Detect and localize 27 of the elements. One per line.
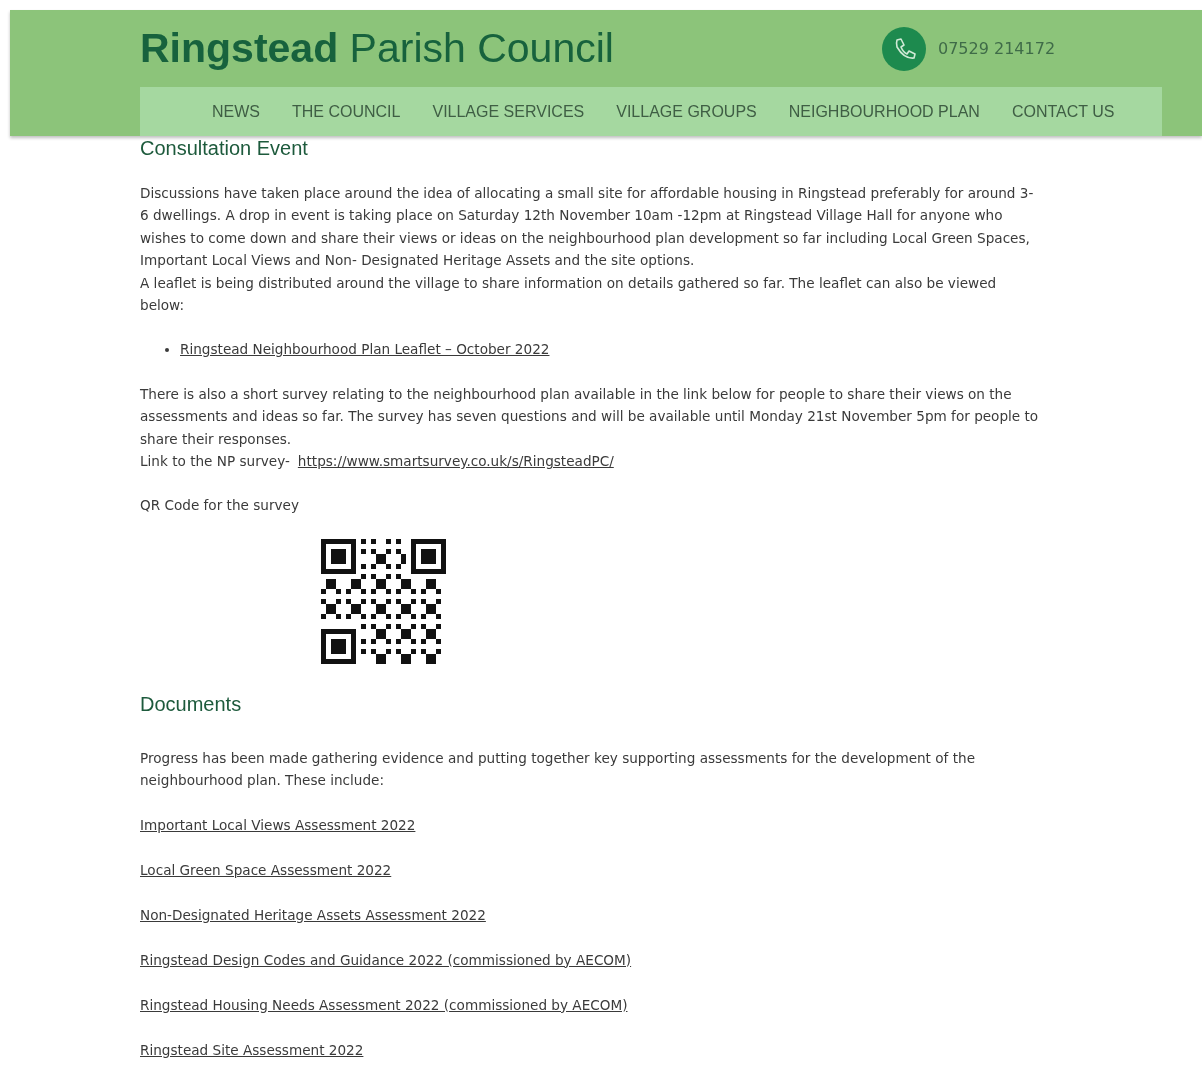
qr-label: QR Code for the survey [140, 496, 300, 516]
nav-link[interactable]: NEWS [212, 102, 260, 121]
survey-label: Link to the NP survey- [140, 452, 290, 472]
nav-link[interactable]: CONTACT US [1011, 102, 1115, 121]
survey-link[interactable]: https://www.smartsurvey.co.uk/s/RingsteadPC/ [297, 450, 614, 473]
nav-link[interactable]: NEIGHBOURHOOD PLAN [788, 102, 980, 121]
document-link[interactable]: Non-Designated Heritage Assets Assessment 2022 [140, 903, 486, 927]
paragraph: Discussions have taken place around the idea of allocating a small site for affordable housing in Ringstead preferably for around 3-6 dwellings. A drop in event is taking place on Saturday 12th November 10am -12pm at Ringstead Village Hall for anyone who wishes to come down and share their views or ideas on the neighbourhood plan development so far including Local Green Spaces, Important Local Views and Non- Designated Heritage Assets and the site options. [140, 184, 1035, 271]
nav-link[interactable]: THE COUNCIL [292, 102, 401, 121]
phone-icon [882, 26, 926, 71]
paragraph: There is also a short survey relating to the neighbourhood plan available in the link below for people to share their views on the assessments and ideas so far. The survey has seven questions and will be available until Monday 21st November 5pm for people to share their responses. [140, 384, 1040, 449]
document-link[interactable]: Ringstead Design Codes and Guidance 2022 (commissioned by AECOM) [140, 948, 632, 972]
nav-link[interactable]: VILLAGE SERVICES [432, 102, 585, 121]
section-heading: Documents [140, 691, 243, 715]
nav-link[interactable]: VILLAGE GROUPS [616, 102, 757, 121]
phone-number: 07529 214172 [938, 39, 1056, 58]
leaflet-link[interactable]: Ringstead Neighbourhood Plan Leaflet – October 2022 [180, 338, 550, 361]
site-title[interactable]: Ringstead Parish Council [140, 25, 882, 72]
document-link[interactable]: Ringstead Housing Needs Assessment 2022 (commissioned by AECOM) [140, 993, 628, 1017]
qr-code-icon [321, 538, 446, 664]
bullet-icon [165, 347, 169, 352]
paragraph: A leaflet is being distributed around the village to share information on details gathered so far. The leaflet can also be viewed below: [140, 273, 998, 316]
document-link[interactable]: Local Green Space Assessment 2022 [140, 858, 392, 882]
paragraph: Progress has been made gathering evidence and putting together key supporting assessments for the development of the neighbourhood plan. These include: [140, 748, 976, 791]
document-link[interactable]: Important Local Views Assessment 2022 [140, 813, 416, 837]
section-heading: Consultation Event [140, 136, 309, 159]
document-link[interactable]: Ringstead Site Assessment 2022 [140, 1038, 364, 1062]
